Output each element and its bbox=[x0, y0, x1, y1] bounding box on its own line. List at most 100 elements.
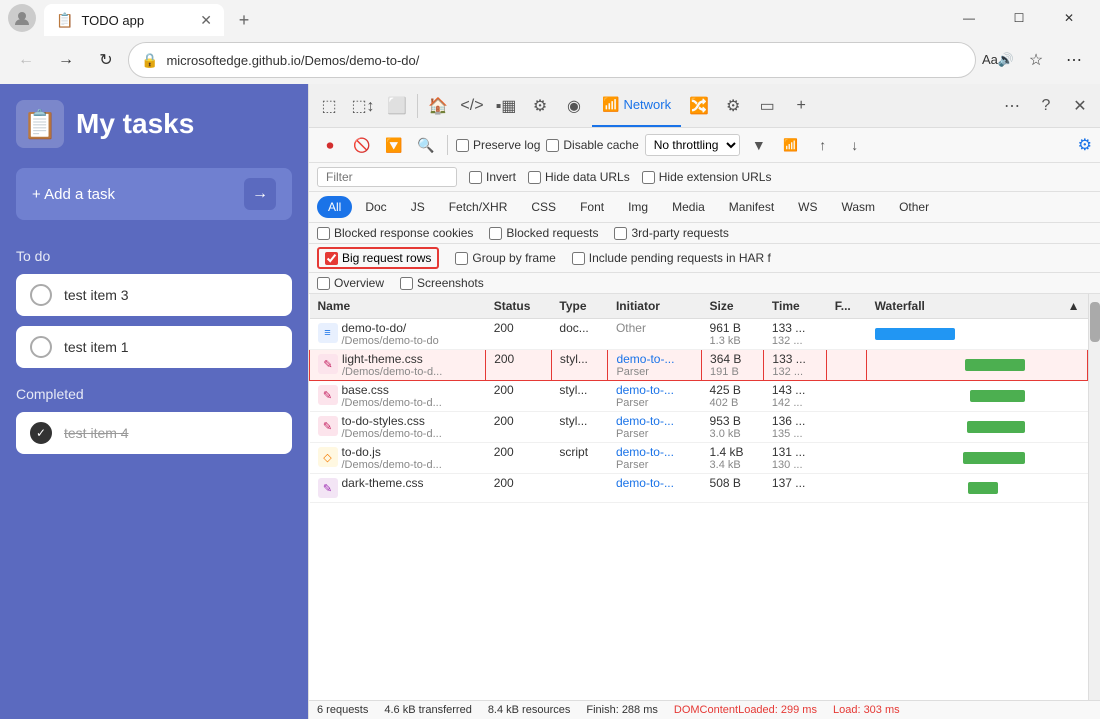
table-row[interactable]: ✎ to-do-styles.css /Demos/demo-to-d... 2… bbox=[310, 412, 1088, 443]
filter-input[interactable] bbox=[317, 167, 457, 187]
blocked-requests-label[interactable]: Blocked requests bbox=[489, 226, 598, 240]
more-button[interactable]: ⋯ bbox=[1056, 42, 1092, 78]
filter-tab-media[interactable]: Media bbox=[661, 196, 716, 218]
task-item-4[interactable]: ✓ test item 4 bbox=[16, 412, 292, 454]
third-party-requests-label[interactable]: 3rd-party requests bbox=[614, 226, 728, 240]
dock-btn[interactable]: ▭ bbox=[751, 90, 783, 122]
network-settings-btn[interactable]: ⚙ bbox=[1078, 135, 1092, 155]
profile-icon[interactable] bbox=[8, 4, 36, 32]
table-row[interactable]: ≡ demo-to-do/ /Demos/demo-to-do 200doc..… bbox=[310, 319, 1088, 350]
disable-cache-label[interactable]: Disable cache bbox=[546, 138, 638, 152]
minimize-button[interactable]: — bbox=[946, 0, 992, 36]
read-aloud-button[interactable]: Aa🔊 bbox=[980, 42, 1016, 78]
initiator-link[interactable]: demo-to-... bbox=[616, 414, 674, 428]
filter-tab-fetch-xhr[interactable]: Fetch/XHR bbox=[438, 196, 519, 218]
vertical-scrollbar[interactable] bbox=[1088, 294, 1100, 700]
search-button[interactable]: 🔍 bbox=[413, 132, 439, 158]
overview-checkbox[interactable] bbox=[317, 277, 330, 290]
hide-extension-urls-checkbox[interactable] bbox=[642, 171, 655, 184]
filter-tab-img[interactable]: Img bbox=[617, 196, 659, 218]
address-bar[interactable]: 🔒 microsoftedge.github.io/Demos/demo-to-… bbox=[128, 42, 976, 78]
console-tab-btn[interactable]: </> bbox=[456, 90, 488, 122]
record-button[interactable]: ⏺ bbox=[317, 132, 343, 158]
table-row[interactable]: ◇ to-do.js /Demos/demo-to-d... 200script… bbox=[310, 443, 1088, 474]
include-pending-label[interactable]: Include pending requests in HAR f bbox=[572, 251, 771, 265]
new-tab-button[interactable]: + bbox=[228, 4, 260, 36]
blocked-response-cookies-checkbox[interactable] bbox=[317, 227, 330, 240]
filter-tab-all[interactable]: All bbox=[317, 196, 352, 218]
browser-tab[interactable]: 📋 TODO app ✕ bbox=[44, 4, 224, 36]
filter-tab-js[interactable]: JS bbox=[400, 196, 436, 218]
close-button[interactable]: ✕ bbox=[1046, 0, 1092, 36]
network-tab[interactable]: 📶 Network bbox=[592, 84, 681, 127]
third-party-requests-checkbox[interactable] bbox=[614, 227, 627, 240]
favorites-button[interactable]: ☆ bbox=[1018, 42, 1054, 78]
devtools-more-btn[interactable]: ⋯ bbox=[996, 90, 1028, 122]
include-pending-checkbox[interactable] bbox=[572, 252, 585, 265]
task-3-checkbox[interactable] bbox=[30, 284, 52, 306]
invert-checkbox[interactable] bbox=[469, 171, 482, 184]
performance-insights-btn[interactable]: 🔀 bbox=[683, 90, 715, 122]
screenshots-checkbox[interactable] bbox=[400, 277, 413, 290]
invert-label[interactable]: Invert bbox=[469, 170, 516, 184]
forward-button[interactable]: → bbox=[48, 42, 84, 78]
maximize-button[interactable]: ☐ bbox=[996, 0, 1042, 36]
import-har-btn[interactable]: ↑ bbox=[810, 132, 836, 158]
blocked-requests-checkbox[interactable] bbox=[489, 227, 502, 240]
hide-extension-urls-label[interactable]: Hide extension URLs bbox=[642, 170, 772, 184]
preserve-log-label[interactable]: Preserve log bbox=[456, 138, 540, 152]
initiator-link[interactable]: demo-to-... bbox=[616, 383, 674, 397]
filter-tab-font[interactable]: Font bbox=[569, 196, 615, 218]
performance-tab-btn[interactable]: ⚙ bbox=[524, 90, 556, 122]
table-row[interactable]: ✎ light-theme.css /Demos/demo-to-d... 20… bbox=[310, 350, 1088, 381]
memory-tab-btn[interactable]: ◉ bbox=[558, 90, 590, 122]
reload-button[interactable]: ↻ bbox=[88, 42, 124, 78]
table-scroll-area[interactable]: Name Status Type Initiator Size Time F..… bbox=[309, 294, 1088, 700]
overview-label[interactable]: Overview bbox=[317, 276, 384, 290]
device-toolbar-button[interactable]: ⬚↕ bbox=[347, 90, 379, 122]
clear-button[interactable]: 🚫 bbox=[349, 132, 375, 158]
filter-tab-doc[interactable]: Doc bbox=[354, 196, 397, 218]
task-item-1[interactable]: test item 1 bbox=[16, 326, 292, 368]
initiator-link[interactable]: demo-to-... bbox=[616, 445, 674, 459]
initiator-link[interactable]: demo-to-... bbox=[616, 352, 674, 366]
preserve-log-checkbox[interactable] bbox=[456, 139, 469, 152]
sources-tab-btn[interactable]: ▪▦ bbox=[490, 90, 522, 122]
throttle-select[interactable]: No throttling bbox=[645, 134, 740, 156]
filter-tab-wasm[interactable]: Wasm bbox=[831, 196, 887, 218]
help-btn[interactable]: ? bbox=[1030, 90, 1062, 122]
group-by-frame-checkbox[interactable] bbox=[455, 252, 468, 265]
add-task-button[interactable]: + Add a task → bbox=[16, 168, 292, 220]
filter-tab-ws[interactable]: WS bbox=[787, 196, 828, 218]
network-conditions-btn[interactable]: 📶 bbox=[778, 132, 804, 158]
hide-data-urls-label[interactable]: Hide data URLs bbox=[528, 170, 630, 184]
table-row[interactable]: ✎ dark-theme.css 200demo-to-...508 B137 … bbox=[310, 474, 1088, 503]
inspect-element-button[interactable]: ⬚ bbox=[313, 90, 345, 122]
close-devtools-btn[interactable]: ✕ bbox=[1064, 90, 1096, 122]
big-request-rows-label[interactable]: Big request rows bbox=[317, 247, 439, 269]
settings-btn[interactable]: ⚙ bbox=[717, 90, 749, 122]
elements-tab-btn[interactable]: 🏠 bbox=[422, 90, 454, 122]
blocked-response-cookies-label[interactable]: Blocked response cookies bbox=[317, 226, 473, 240]
big-request-rows-checkbox[interactable] bbox=[325, 252, 338, 265]
table-row[interactable]: ✎ base.css /Demos/demo-to-d... 200styl..… bbox=[310, 381, 1088, 412]
task-1-checkbox[interactable] bbox=[30, 336, 52, 358]
export-har-btn[interactable]: ↓ bbox=[842, 132, 868, 158]
back-button[interactable]: ← bbox=[8, 42, 44, 78]
group-by-frame-label[interactable]: Group by frame bbox=[455, 251, 555, 265]
initiator-link[interactable]: demo-to-... bbox=[616, 476, 674, 490]
task-item-3[interactable]: test item 3 bbox=[16, 274, 292, 316]
filter-tab-manifest[interactable]: Manifest bbox=[718, 196, 785, 218]
filter-tab-other[interactable]: Other bbox=[888, 196, 940, 218]
tab-close-button[interactable]: ✕ bbox=[200, 12, 212, 29]
disable-cache-checkbox[interactable] bbox=[546, 139, 559, 152]
hide-data-urls-checkbox[interactable] bbox=[528, 171, 541, 184]
filter-toggle-button[interactable]: 🔽 bbox=[381, 132, 407, 158]
split-button[interactable]: ⬜ bbox=[381, 90, 413, 122]
more-tools-btn[interactable]: + bbox=[785, 90, 817, 122]
screenshots-label[interactable]: Screenshots bbox=[400, 276, 484, 290]
throttle-down-btn[interactable]: ▼ bbox=[746, 132, 772, 158]
scrollbar-thumb[interactable] bbox=[1090, 302, 1100, 342]
filter-tab-css[interactable]: CSS bbox=[520, 196, 567, 218]
task-4-checkbox[interactable]: ✓ bbox=[30, 422, 52, 444]
